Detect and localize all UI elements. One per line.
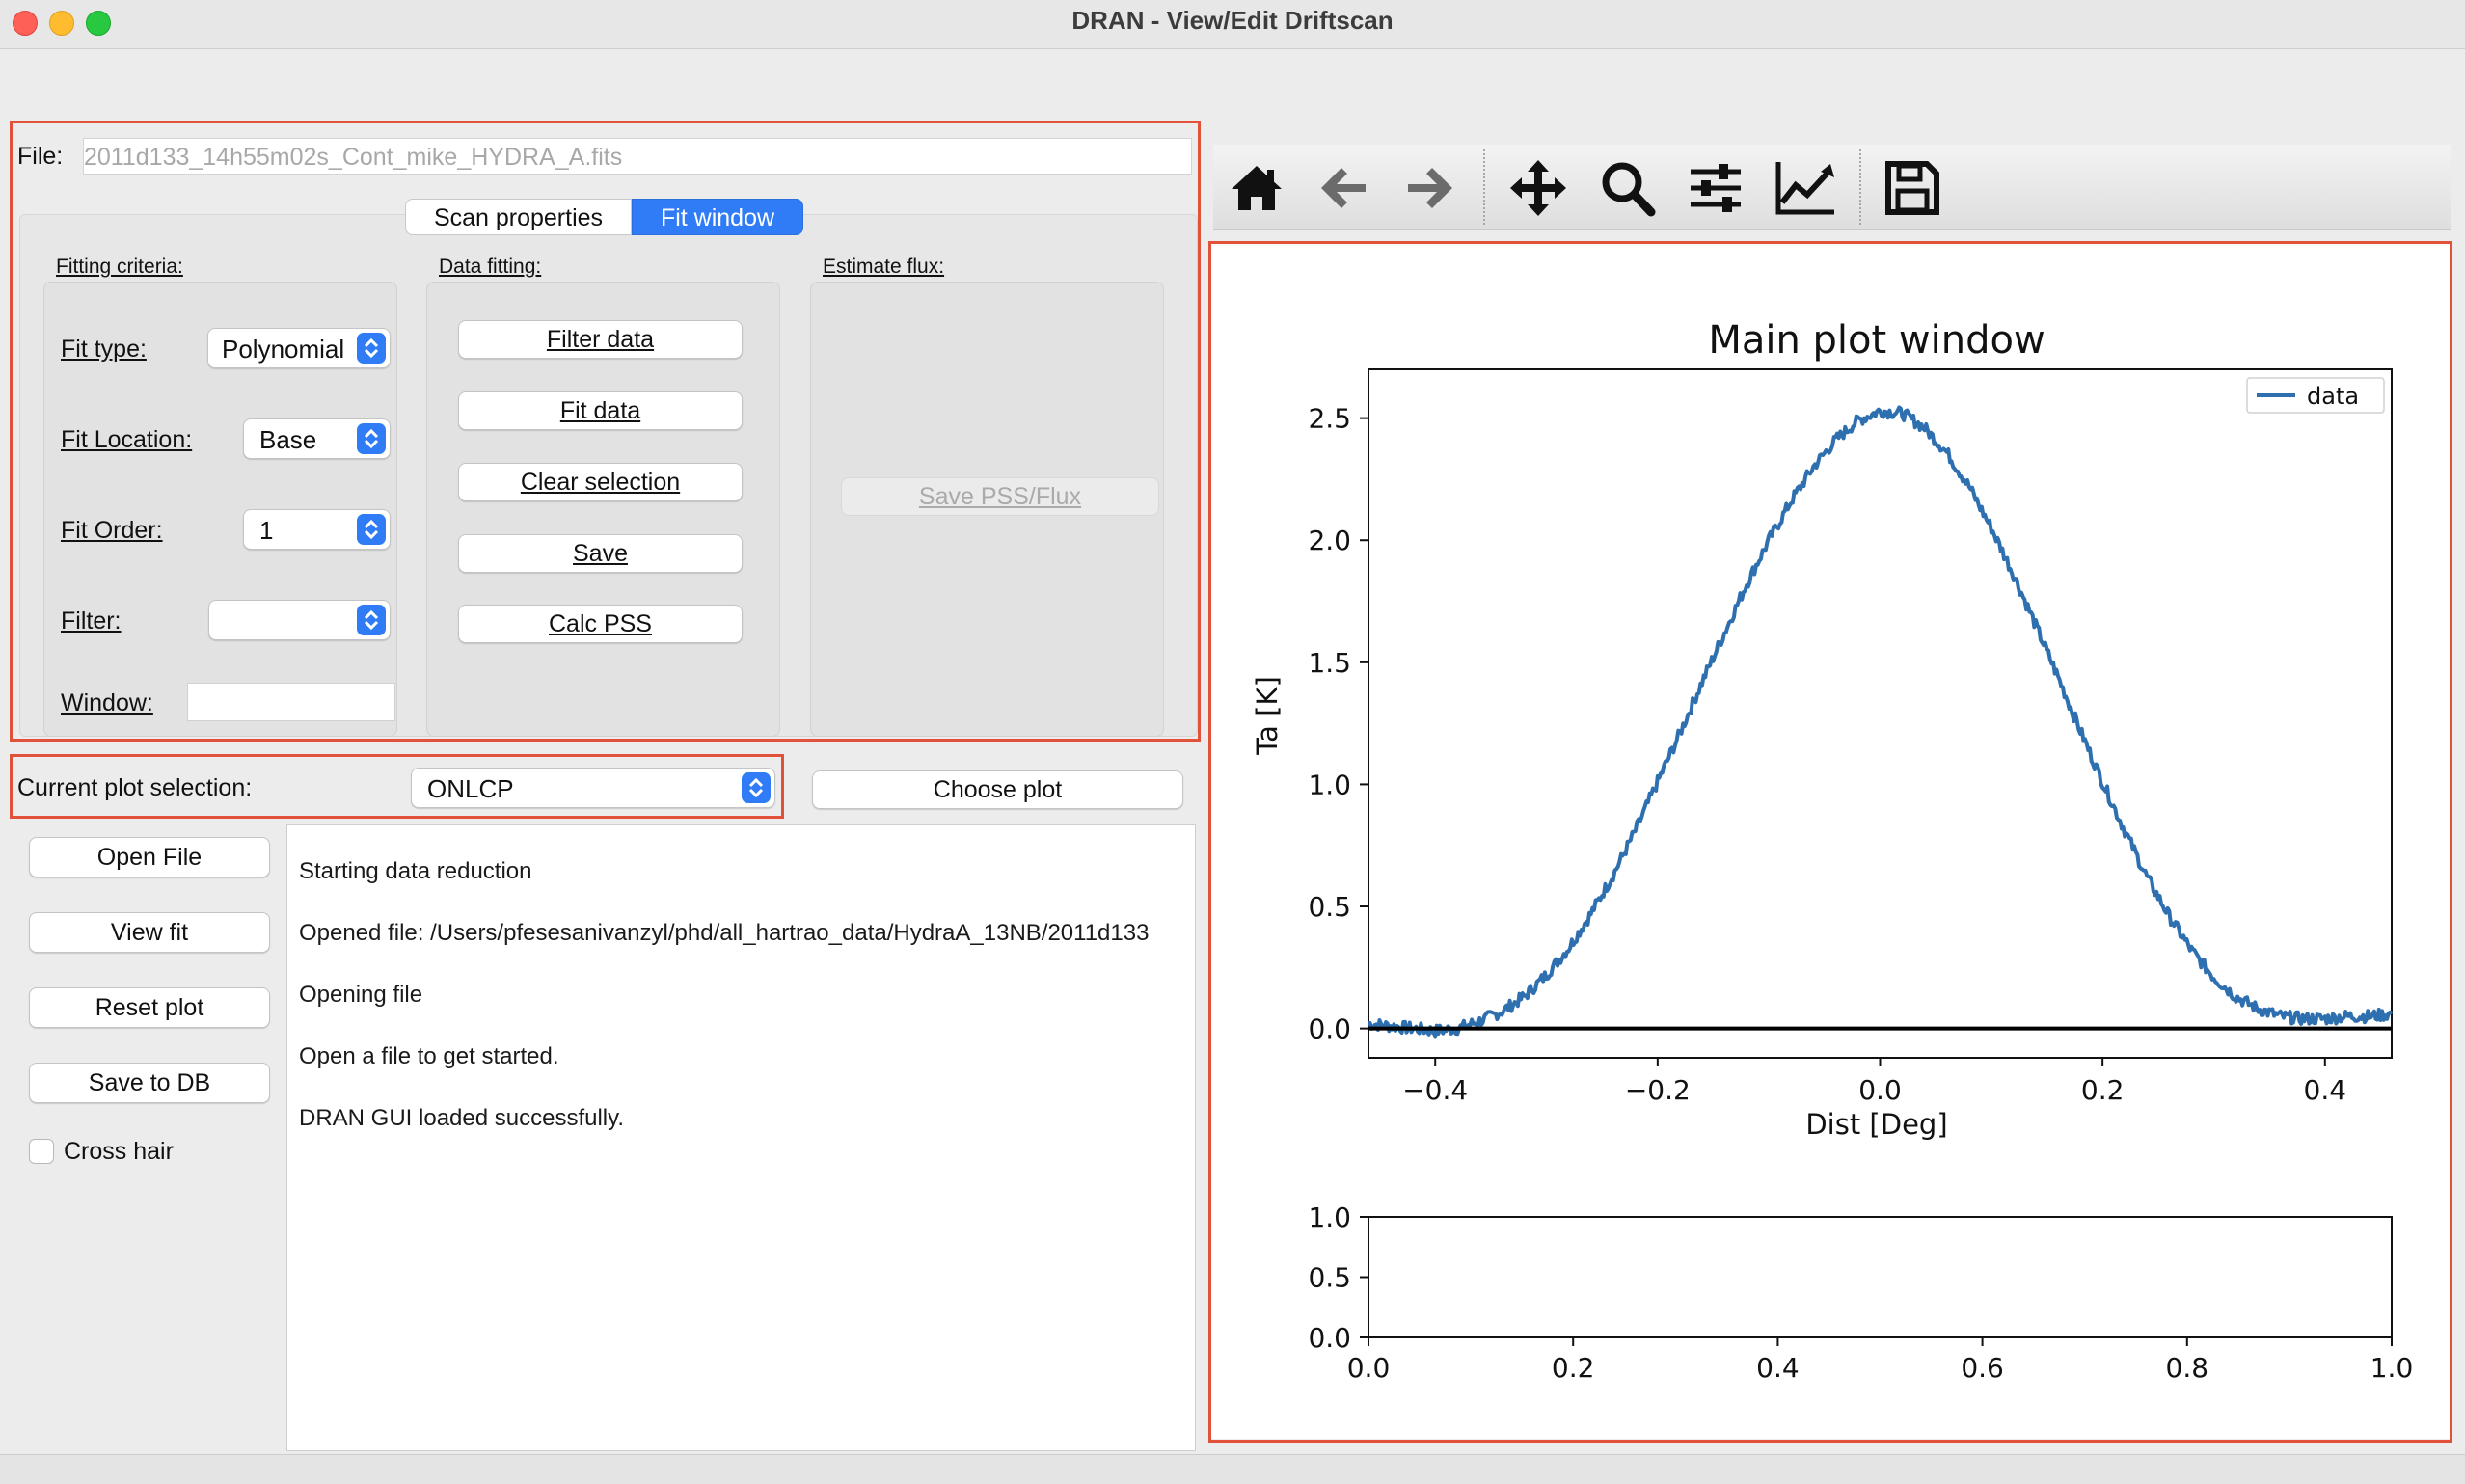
- pan-icon[interactable]: [1508, 158, 1568, 218]
- data-fitting-title: Data fitting:: [439, 256, 542, 278]
- clear-selection-button-label: Clear selection: [520, 469, 681, 496]
- log-line: Opened file: /Users/pfesesanivanzyl/phd/…: [299, 920, 1150, 946]
- plot-area-highlight: [1208, 241, 2452, 1443]
- clear-selection-button[interactable]: Clear selection: [458, 463, 743, 501]
- save-pss-flux-button[interactable]: Save PSS/Flux: [841, 477, 1159, 516]
- open-file-button[interactable]: Open File: [29, 837, 270, 877]
- chevron-up-down-icon: [742, 772, 771, 803]
- fit-type-label: Fit type:: [61, 336, 147, 363]
- filter-data-button[interactable]: Filter data: [458, 320, 743, 359]
- chevron-up-down-icon: [357, 605, 386, 635]
- log-line: Starting data reduction: [299, 858, 532, 884]
- current-plot-selection-label: Current plot selection:: [17, 774, 253, 801]
- forward-arrow-icon[interactable]: [1404, 162, 1456, 214]
- choose-plot-button[interactable]: Choose plot: [812, 770, 1183, 809]
- save-button[interactable]: Save: [458, 534, 743, 573]
- plot-selection-select[interactable]: ONLCP: [411, 768, 775, 808]
- fit-type-select[interactable]: Polynomial: [207, 328, 391, 368]
- chevron-up-down-icon: [357, 423, 386, 454]
- home-icon[interactable]: [1229, 162, 1285, 214]
- toolbar-separator: [1483, 149, 1485, 225]
- fit-location-value: Base: [259, 425, 317, 454]
- toolbar-separator: [1859, 149, 1861, 225]
- fit-location-select[interactable]: Base: [243, 418, 391, 459]
- save-pss-flux-button-label: Save PSS/Flux: [918, 483, 1082, 510]
- fitting-criteria-title: Fitting criteria:: [56, 256, 183, 278]
- cross-hair-label: Cross hair: [64, 1138, 174, 1165]
- back-arrow-icon[interactable]: [1317, 162, 1369, 214]
- window-label: Window:: [61, 689, 153, 716]
- calc-pss-button-label: Calc PSS: [549, 610, 652, 637]
- fit-order-select[interactable]: 1: [243, 509, 391, 550]
- edit-axis-icon[interactable]: [1774, 160, 1836, 216]
- log-line: Open a file to get started.: [299, 1043, 559, 1069]
- save-figure-icon[interactable]: [1884, 160, 1940, 216]
- window-title: DRAN - View/Edit Driftscan: [1071, 6, 1394, 35]
- file-path-field[interactable]: 2011d133_14h55m02s_Cont_mike_HYDRA_A.fit…: [83, 138, 1192, 175]
- chevron-up-down-icon: [357, 333, 386, 364]
- log-output-panel[interactable]: Starting data reduction Opened file: /Us…: [286, 824, 1196, 1451]
- status-bar: [0, 1454, 2465, 1484]
- save-button-label: Save: [573, 540, 628, 567]
- fit-order-label: Fit Order:: [61, 517, 163, 544]
- file-label: File:: [17, 143, 64, 170]
- fit-type-value: Polynomial: [222, 335, 345, 364]
- log-line: Opening file: [299, 982, 423, 1008]
- tab-fit-window[interactable]: Fit window: [632, 199, 803, 235]
- plot-selection-value: ONLCP: [427, 774, 514, 803]
- tab-scan-properties[interactable]: Scan properties: [405, 199, 632, 235]
- calc-pss-button[interactable]: Calc PSS: [458, 605, 743, 643]
- view-fit-button[interactable]: View fit: [29, 912, 270, 953]
- fit-data-button-label: Fit data: [559, 397, 641, 424]
- fit-order-value: 1: [259, 516, 274, 545]
- title-bar: DRAN - View/Edit Driftscan: [0, 0, 2465, 49]
- configure-subplots-icon[interactable]: [1688, 160, 1744, 216]
- save-to-db-button[interactable]: Save to DB: [29, 1063, 270, 1103]
- plot-toolbar: [1213, 145, 2451, 230]
- reset-plot-button[interactable]: Reset plot: [29, 987, 270, 1028]
- window-input[interactable]: [187, 683, 395, 721]
- filter-data-button-label: Filter data: [546, 326, 655, 353]
- filter-label: Filter:: [61, 607, 122, 634]
- cross-hair-checkbox[interactable]: [29, 1139, 54, 1164]
- fit-location-label: Fit Location:: [61, 426, 193, 453]
- estimate-flux-title: Estimate flux:: [823, 256, 945, 278]
- fit-data-button[interactable]: Fit data: [458, 391, 743, 430]
- filter-select[interactable]: [208, 600, 391, 640]
- zoom-icon[interactable]: [1599, 158, 1657, 218]
- chevron-up-down-icon: [357, 514, 386, 545]
- log-line: DRAN GUI loaded successfully.: [299, 1105, 625, 1131]
- file-path-text: 2011d133_14h55m02s_Cont_mike_HYDRA_A.fit…: [84, 144, 623, 171]
